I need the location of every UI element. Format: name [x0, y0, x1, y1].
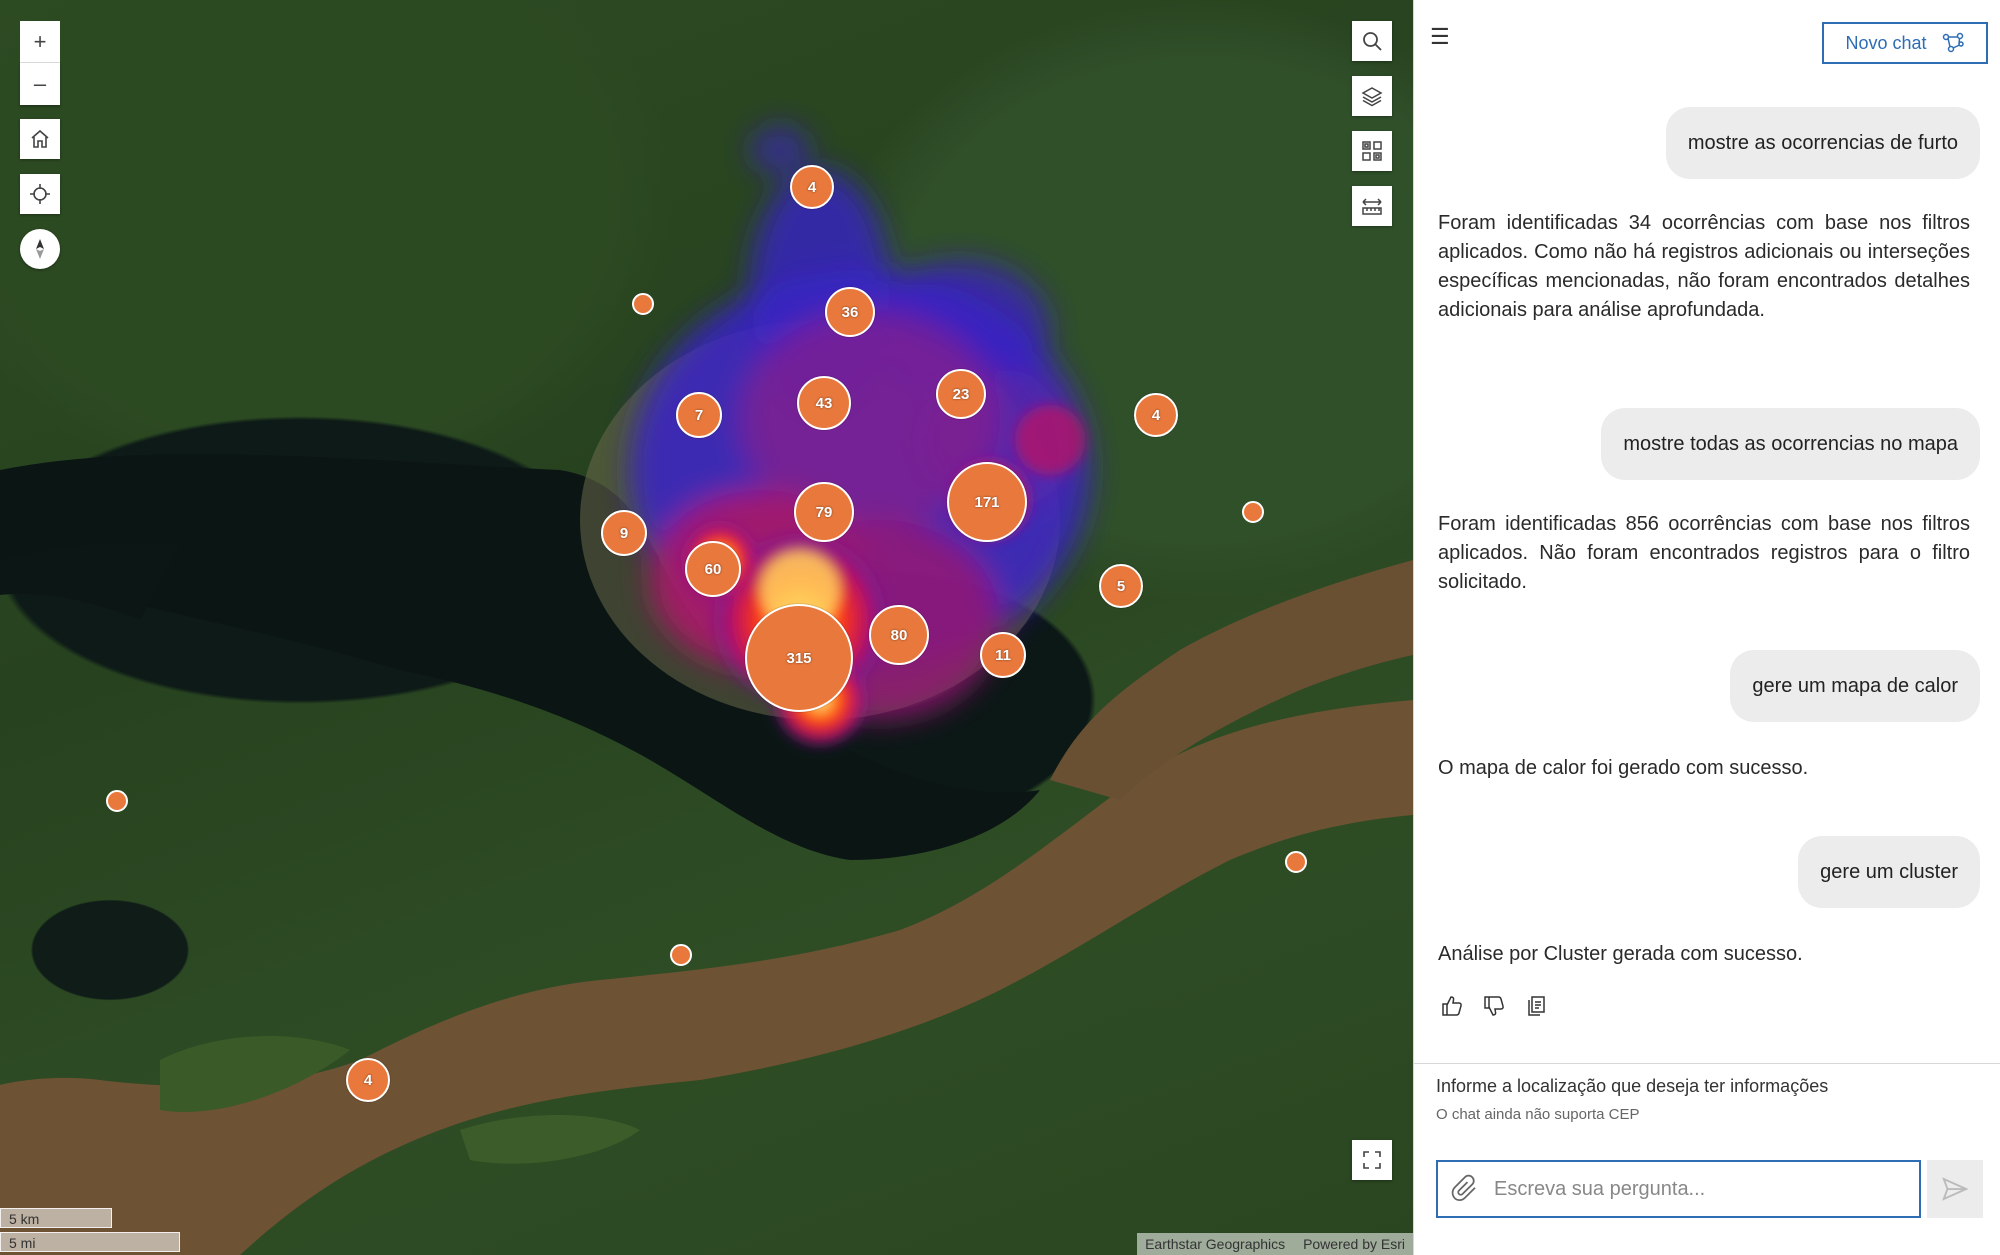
cluster-marker[interactable]: 315 [745, 604, 853, 712]
attribution: Earthstar Geographics Powered by Esri [1137, 1233, 1413, 1255]
locate-button[interactable] [20, 174, 60, 214]
point-marker[interactable] [632, 293, 654, 315]
layers-icon [1361, 87, 1383, 107]
cluster-marker[interactable]: 9 [601, 510, 647, 556]
new-chat-button[interactable]: Novo chat [1822, 22, 1988, 64]
cluster-marker[interactable]: 36 [825, 287, 875, 337]
cluster-marker[interactable]: 4 [346, 1058, 390, 1102]
satellite-imagery [0, 125, 1413, 1255]
grid-icon [1362, 141, 1382, 161]
send-icon [1942, 1177, 1969, 1201]
attribution-source: Earthstar Geographics [1145, 1236, 1286, 1252]
thumbs-up-icon [1442, 996, 1462, 1016]
cluster-marker[interactable]: 5 [1099, 564, 1143, 608]
point-marker[interactable] [1285, 851, 1307, 873]
thumbs-up-button[interactable] [1440, 994, 1468, 1022]
cluster-marker[interactable]: 4 [1134, 393, 1178, 437]
cluster-marker[interactable]: 23 [936, 369, 986, 419]
zoom-in-button[interactable]: + [20, 21, 60, 63]
fullscreen-button[interactable] [1352, 1140, 1392, 1180]
point-marker[interactable] [106, 790, 128, 812]
attribution-powered[interactable]: Powered by Esri [1303, 1236, 1405, 1252]
cluster-marker[interactable]: 11 [980, 632, 1026, 678]
cluster-marker[interactable]: 43 [797, 376, 851, 430]
home-button[interactable] [20, 119, 60, 159]
assistant-message: Foram identificadas 856 ocorrências com … [1438, 513, 1970, 593]
cluster-marker[interactable]: 7 [676, 392, 722, 438]
user-message: gere um mapa de calor [1730, 650, 1980, 722]
ruler-icon [1362, 198, 1382, 215]
cluster-marker[interactable]: 4 [790, 165, 834, 209]
thumbs-down-icon [1484, 996, 1504, 1016]
cep-hint: O chat ainda não suporta CEP [1436, 1106, 1640, 1123]
assistant-message: Análise por Cluster gerada com sucesso. [1438, 943, 1803, 965]
fullscreen-icon [1363, 1151, 1381, 1169]
zoom-out-button[interactable]: – [20, 63, 60, 105]
question-input-box[interactable] [1436, 1160, 1921, 1218]
compass-icon [36, 239, 44, 259]
user-message: gere um cluster [1798, 836, 1980, 908]
scale-bar-km: 5 km [0, 1208, 112, 1228]
chat-panel: ☰ Novo chat mostre as ocorrencias de fur… [1413, 0, 2000, 1255]
point-marker[interactable] [670, 944, 692, 966]
assistant-message: O mapa de calor foi gerado com sucesso. [1438, 757, 1809, 779]
question-input[interactable] [1492, 1176, 1919, 1202]
cluster-marker[interactable]: 171 [947, 462, 1027, 542]
new-chat-label: Novo chat [1845, 32, 1927, 53]
menu-icon[interactable]: ☰ [1430, 24, 1450, 50]
copy-icon [1528, 996, 1545, 1016]
paperclip-icon[interactable] [1450, 1174, 1480, 1204]
scale-bar-mi: 5 mi [0, 1232, 180, 1252]
cluster-marker[interactable]: 79 [794, 482, 854, 542]
search-button[interactable] [1352, 21, 1392, 61]
measure-button[interactable] [1352, 186, 1392, 226]
minus-icon: – [33, 71, 47, 96]
copy-button[interactable] [1524, 994, 1552, 1022]
user-message: mostre todas as ocorrencias no mapa [1601, 408, 1980, 480]
point-marker[interactable] [1242, 501, 1264, 523]
cluster-marker[interactable]: 60 [685, 541, 741, 597]
crosshair-icon [30, 184, 50, 204]
share-nodes-icon [1942, 32, 1964, 53]
plus-icon: + [33, 28, 47, 54]
home-icon [31, 129, 49, 148]
compass-button[interactable] [20, 229, 60, 269]
user-message: mostre as ocorrencias de furto [1665, 107, 1980, 179]
thumbs-down-button[interactable] [1482, 994, 1510, 1022]
location-hint: Informe a localização que deseja ter inf… [1436, 1076, 1829, 1096]
search-icon [1363, 32, 1382, 51]
map-view[interactable]: + – 4 36 7 43 23 4 171 79 9 60 5 80 11 3… [0, 0, 1413, 1255]
cluster-marker[interactable]: 80 [869, 605, 929, 665]
layers-button[interactable] [1352, 76, 1392, 116]
assistant-message: Foram identificadas 34 ocorrências com b… [1438, 212, 1970, 321]
basemap-gallery-button[interactable] [1352, 131, 1392, 171]
send-button[interactable] [1927, 1160, 1983, 1218]
divider [1414, 1063, 2000, 1064]
